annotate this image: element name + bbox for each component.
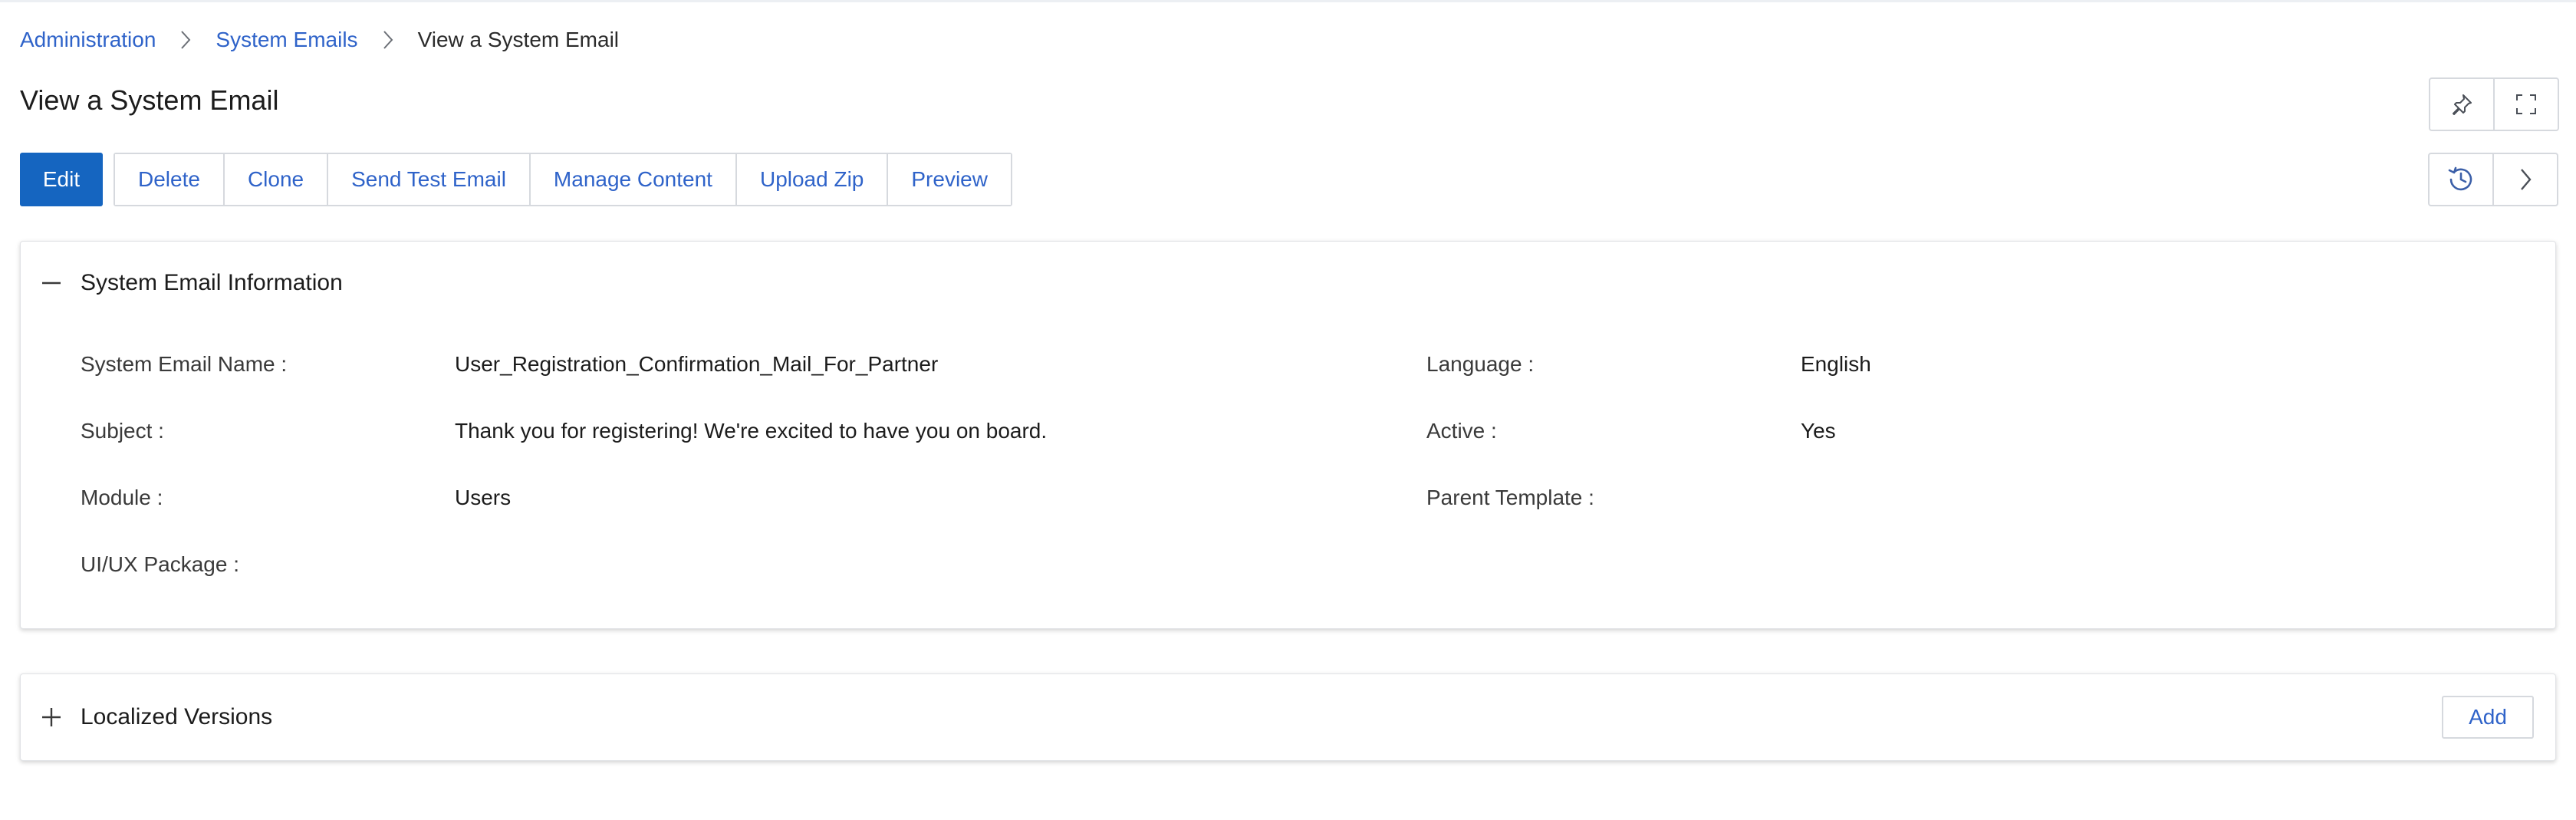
chevron-right-icon[interactable] xyxy=(2492,154,2557,205)
edit-button[interactable]: Edit xyxy=(20,153,103,206)
breadcrumb-administration[interactable]: Administration xyxy=(20,26,156,54)
collapse-minus-icon[interactable] xyxy=(41,272,62,294)
view-options-group xyxy=(2429,77,2559,131)
breadcrumb-current: View a System Email xyxy=(417,28,620,51)
send-test-email-button[interactable]: Send Test Email xyxy=(327,154,529,205)
record-nav-group xyxy=(2428,153,2558,206)
delete-button[interactable]: Delete xyxy=(115,154,223,205)
uiux-package-label: UI/UX Package : xyxy=(81,552,239,576)
upload-zip-button[interactable]: Upload Zip xyxy=(735,154,887,205)
page-title: View a System Email xyxy=(20,84,279,116)
localized-panel-title: Localized Versions xyxy=(81,704,273,729)
localized-versions-panel: Localized Versions Add xyxy=(20,673,2556,761)
pin-icon[interactable] xyxy=(2430,79,2493,130)
add-localized-version-button[interactable]: Add xyxy=(2442,696,2534,739)
subject-label: Subject : xyxy=(81,419,164,443)
subject-value: Thank you for registering! We're excited… xyxy=(455,419,1048,443)
system-email-name-label: System Email Name : xyxy=(81,352,288,376)
breadcrumb: Administration System Emails View a Syst… xyxy=(20,26,619,54)
action-toolbar: Edit Delete Clone Send Test Email Manage… xyxy=(20,153,1012,206)
expand-plus-icon[interactable] xyxy=(41,706,62,728)
clone-button[interactable]: Clone xyxy=(222,154,327,205)
fullscreen-icon[interactable] xyxy=(2493,79,2558,130)
history-icon[interactable] xyxy=(2430,154,2492,205)
info-panel-title: System Email Information xyxy=(81,270,343,295)
chevron-right-icon xyxy=(156,29,215,51)
language-value: English xyxy=(1801,352,1871,376)
system-email-info-panel: System Email Information System Email Na… xyxy=(20,241,2556,629)
manage-content-button[interactable]: Manage Content xyxy=(528,154,735,205)
localized-panel-header[interactable]: Localized Versions xyxy=(41,702,272,733)
preview-button[interactable]: Preview xyxy=(887,154,1011,205)
action-button-group: Delete Clone Send Test Email Manage Cont… xyxy=(114,153,1012,206)
system-email-name-value: User_Registration_Confirmation_Mail_For_… xyxy=(455,352,939,376)
active-value: Yes xyxy=(1801,419,1836,443)
module-value: Users xyxy=(455,486,512,509)
info-panel-header[interactable]: System Email Information xyxy=(41,268,343,298)
language-label: Language : xyxy=(1426,352,1535,376)
module-label: Module : xyxy=(81,486,163,509)
active-label: Active : xyxy=(1426,419,1497,443)
parent-template-label: Parent Template : xyxy=(1426,486,1594,509)
top-divider xyxy=(0,0,2576,2)
chevron-right-icon xyxy=(358,29,418,51)
breadcrumb-system-emails[interactable]: System Emails xyxy=(215,26,357,54)
